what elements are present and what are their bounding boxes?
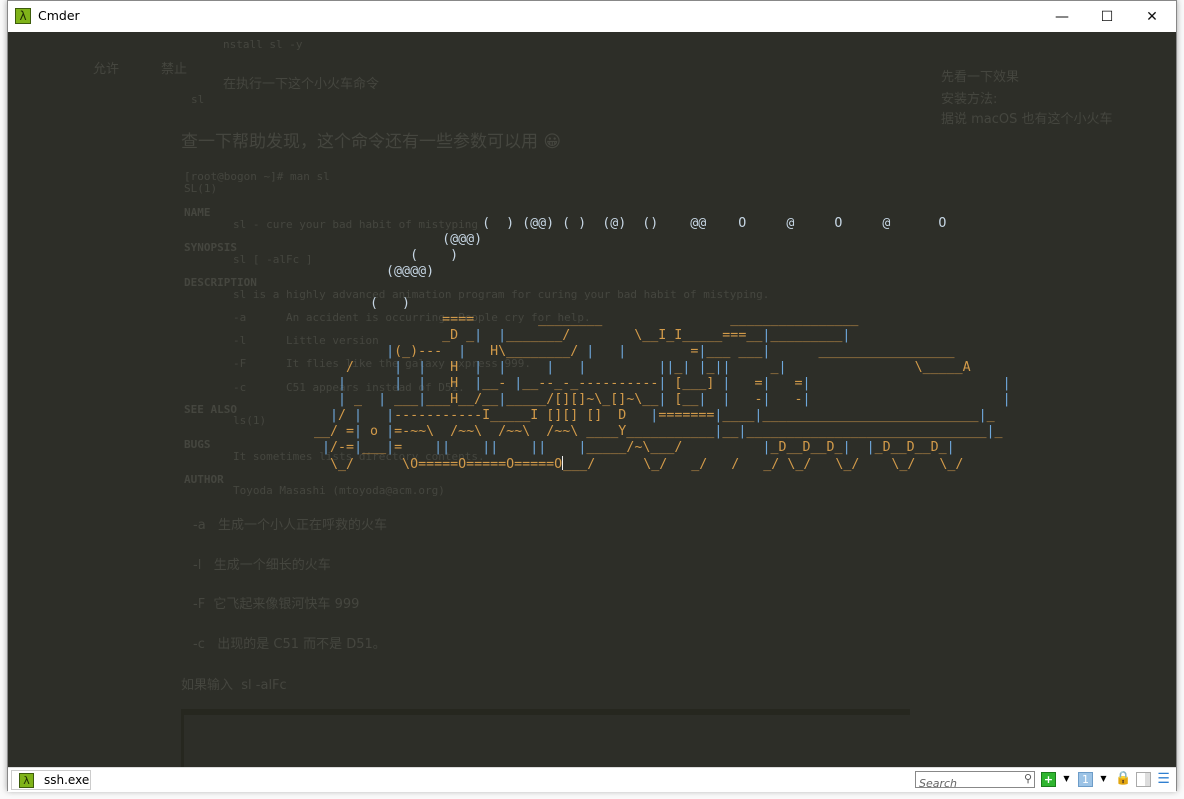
train-line: |/ | |-----------I_____I [][] [] D |====… bbox=[330, 408, 995, 423]
smoke-line: ( ) bbox=[314, 248, 459, 263]
train-line: __/ =| o |=-~~\ /~~\ /~~\ /~~\ ____Y____… bbox=[314, 424, 1003, 439]
lambda-icon: λ bbox=[15, 8, 31, 24]
terminal-area[interactable]: 安装sl，sl就是这个小火车软件。 nstall sl -y 允许 禁止在执行一下这个… bbox=[8, 32, 1176, 767]
ghost-text-line: AUTHOR bbox=[184, 473, 224, 486]
search-icon[interactable]: ⚲ bbox=[1024, 772, 1032, 785]
train-line: |/-=|___|= || || || |_____/~\___/ |_D__D… bbox=[322, 440, 955, 455]
console-1-icon[interactable]: 1 bbox=[1078, 772, 1093, 787]
ghost-text-line: sl bbox=[191, 93, 205, 106]
train-line: | | | H |__- |__--_-_----------| [___] |… bbox=[338, 376, 1011, 391]
ghost-text-line: 在执行一下这个小火车命令 bbox=[223, 77, 380, 92]
ghost-text-line: 禁止 bbox=[161, 62, 188, 77]
ghost-text-line: sl [ -alFc ] bbox=[233, 253, 313, 266]
ghost-text-line: -F 它飞起来像银河快车 999 bbox=[193, 597, 360, 612]
ghost-text-line: 如果输入 sl -alFc bbox=[181, 678, 287, 693]
ghost-text-line: 查一下帮助发现，这个命令还有一些参数可以用 😀 bbox=[181, 132, 562, 152]
train-line: \_/ \O=====O=====O=====O___/ \_/ _/ / _/… bbox=[314, 456, 964, 472]
ghost-text-line: 安装sl，sl就是这个小火车软件。 bbox=[223, 32, 413, 33]
lambda-icon: λ bbox=[19, 772, 34, 788]
smoke-line: (@@@) bbox=[314, 232, 483, 247]
ghost-text-line: 据说 macOS 也有这个小火车 bbox=[941, 112, 1113, 127]
dropdown-icon[interactable]: ▼ bbox=[1096, 772, 1111, 787]
text-cursor bbox=[562, 456, 564, 470]
lock-icon[interactable]: 🔒 bbox=[1115, 772, 1131, 787]
ghost-text-line: BUGS bbox=[184, 438, 211, 451]
smoke-line: (@@@@) bbox=[314, 264, 435, 279]
train-line: ==== ________ ________________ bbox=[314, 312, 859, 327]
search-input[interactable] bbox=[916, 776, 1017, 791]
cmder-window: λ Cmder — ☐ ✕ 安装sl，sl就是这个小火车软件。 nstall sl… bbox=[7, 0, 1177, 792]
ghost-text-line: NAME bbox=[184, 206, 211, 219]
split-icon[interactable] bbox=[1136, 772, 1151, 787]
train-line: / | | H | | | | ||_| |_|| _| \_____A bbox=[314, 360, 971, 375]
ghost-text-line: SYNOPSIS bbox=[184, 241, 237, 254]
ghost-text-line: -a 生成一个小人正在呼救的火车 bbox=[193, 518, 388, 533]
ghost-code-box bbox=[181, 709, 910, 767]
menu-icon[interactable]: ☰ bbox=[1156, 772, 1171, 787]
search-box[interactable]: ⚲ bbox=[915, 771, 1035, 791]
ghost-text-line: SEE ALSO bbox=[184, 403, 237, 416]
maximize-button[interactable]: ☐ bbox=[1084, 1, 1130, 32]
status-bar: λ ssh.exe ⚲ + ▼ 1 ▼ 🔒 ☰ bbox=[8, 767, 1176, 792]
ghost-text-line: Toyoda Masashi (mtoyoda@acm.org) bbox=[233, 484, 445, 497]
dropdown-icon[interactable]: ▼ bbox=[1059, 772, 1074, 787]
ghost-text-line: SL(1) bbox=[184, 182, 218, 195]
ghost-text-line: -c 出现的是 C51 而不是 D51。 bbox=[193, 637, 386, 652]
sl-train-animation: ( ) (@@) ( ) (@) () @@ O @ O @ O (@@@) (… bbox=[314, 216, 1011, 473]
console-tab-ssh[interactable]: λ ssh.exe bbox=[11, 770, 91, 790]
smoke-line: ( ) (@@) ( ) (@) () @@ O @ O @ O bbox=[314, 216, 947, 231]
title-bar[interactable]: λ Cmder — ☐ ✕ bbox=[8, 1, 1176, 32]
ghost-text-line: 安装方法: bbox=[941, 92, 998, 107]
ghost-text-line: 先看一下效果 bbox=[941, 70, 1020, 85]
window-title: Cmder bbox=[38, 8, 80, 23]
train-line: _D _| |_______/ \__I_I_____===__|_______… bbox=[314, 328, 851, 343]
train-line: |(_)--- | H\________/ | | =|___ ___| ___… bbox=[386, 344, 955, 359]
ghost-text-line: ls(1) bbox=[233, 414, 267, 427]
ghost-text-line: -l 生成一个细长的火车 bbox=[193, 558, 331, 573]
minimize-button[interactable]: — bbox=[1039, 1, 1085, 32]
train-line: | _ | ___|___H__/__|_____/[][]~\_[]~\__|… bbox=[338, 392, 1011, 407]
smoke-line: ( ) bbox=[314, 296, 411, 311]
tab-label: ssh.exe bbox=[44, 773, 90, 787]
ghost-text-line: nstall sl -y bbox=[223, 38, 303, 51]
close-button[interactable]: ✕ bbox=[1129, 1, 1175, 32]
ghost-text-line: 允许 bbox=[93, 62, 120, 77]
new-console-icon[interactable]: + bbox=[1041, 772, 1056, 787]
